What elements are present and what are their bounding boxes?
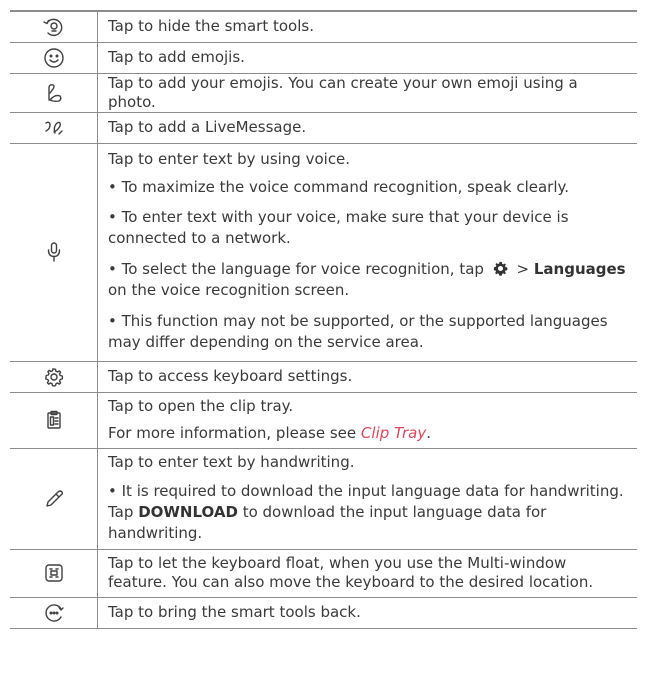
row-description: Tap to add your emojis. You can create y… — [97, 73, 637, 113]
row-description: Tap to let the keyboard float, when you … — [97, 549, 637, 598]
more-info-period: . — [426, 424, 432, 442]
smart-tools-table: Tap to hide the smart tools. Tap to add … — [10, 10, 637, 629]
table-row: Tap to add a LiveMessage. — [10, 112, 637, 144]
bullet-item: • To select the language for voice recog… — [108, 254, 629, 306]
table-row: Tap to add your emojis. You can create y… — [10, 73, 637, 113]
separator: > — [516, 260, 530, 278]
handwriting-intro: Tap to enter text by handwriting. — [108, 452, 355, 471]
microphone-icon — [41, 239, 67, 265]
table-row: Tap to access keyboard settings. — [10, 361, 637, 393]
emoji-smiley-icon — [41, 45, 67, 71]
bullet-item: • To maximize the voice command recognit… — [108, 178, 570, 196]
table-row: Tap to let the keyboard float, when you … — [10, 549, 637, 598]
table-row: Tap to hide the smart tools. — [10, 11, 637, 43]
keyboard-settings-icon — [41, 364, 67, 390]
download-label: DOWNLOAD — [138, 502, 238, 521]
table-row: Tap to add emojis. — [10, 42, 637, 74]
voice-intro: Tap to enter text by using voice. — [108, 150, 351, 168]
settings-gear-icon — [492, 260, 509, 277]
bullet-item: • This function may not be supported, or… — [108, 312, 608, 351]
custom-emoji-icon — [41, 80, 67, 106]
row-description: Tap to hide the smart tools. — [97, 11, 637, 43]
floating-keyboard-icon — [41, 560, 67, 586]
smart-tools-show-icon — [41, 600, 67, 626]
bullet-item: • To enter text with your voice, make su… — [108, 208, 569, 247]
clip-tray-description: Tap to open the clip tray. — [108, 397, 294, 415]
clip-tray-icon — [41, 407, 67, 433]
table-row: Tap to enter text by using voice. • To m… — [10, 143, 637, 362]
pen-handwriting-icon — [41, 486, 67, 512]
more-info-line: For more information, please see Clip Tr… — [108, 420, 629, 447]
livemessage-icon — [41, 115, 67, 141]
table-row: Tap to open the clip tray. For more info… — [10, 392, 637, 449]
row-description: Tap to access keyboard settings. — [97, 361, 637, 393]
table-row: Tap to enter text by handwriting. • It i… — [10, 448, 637, 550]
clip-tray-link[interactable]: Clip Tray — [361, 424, 426, 442]
smart-tools-hide-icon — [41, 14, 67, 40]
row-description: Tap to add a LiveMessage. — [97, 112, 637, 144]
bullet-item: • It is required to download the input l… — [108, 476, 629, 549]
bullet-text: on the voice recognition screen. — [108, 281, 350, 299]
row-description: Tap to bring the smart tools back. — [97, 597, 637, 629]
more-info-text: For more information, please see — [108, 424, 357, 442]
table-row: Tap to bring the smart tools back. — [10, 597, 637, 629]
languages-label: Languages — [533, 260, 626, 278]
row-description: Tap to add emojis. — [97, 42, 637, 74]
bullet-text: • To select the language for voice recog… — [108, 260, 484, 278]
